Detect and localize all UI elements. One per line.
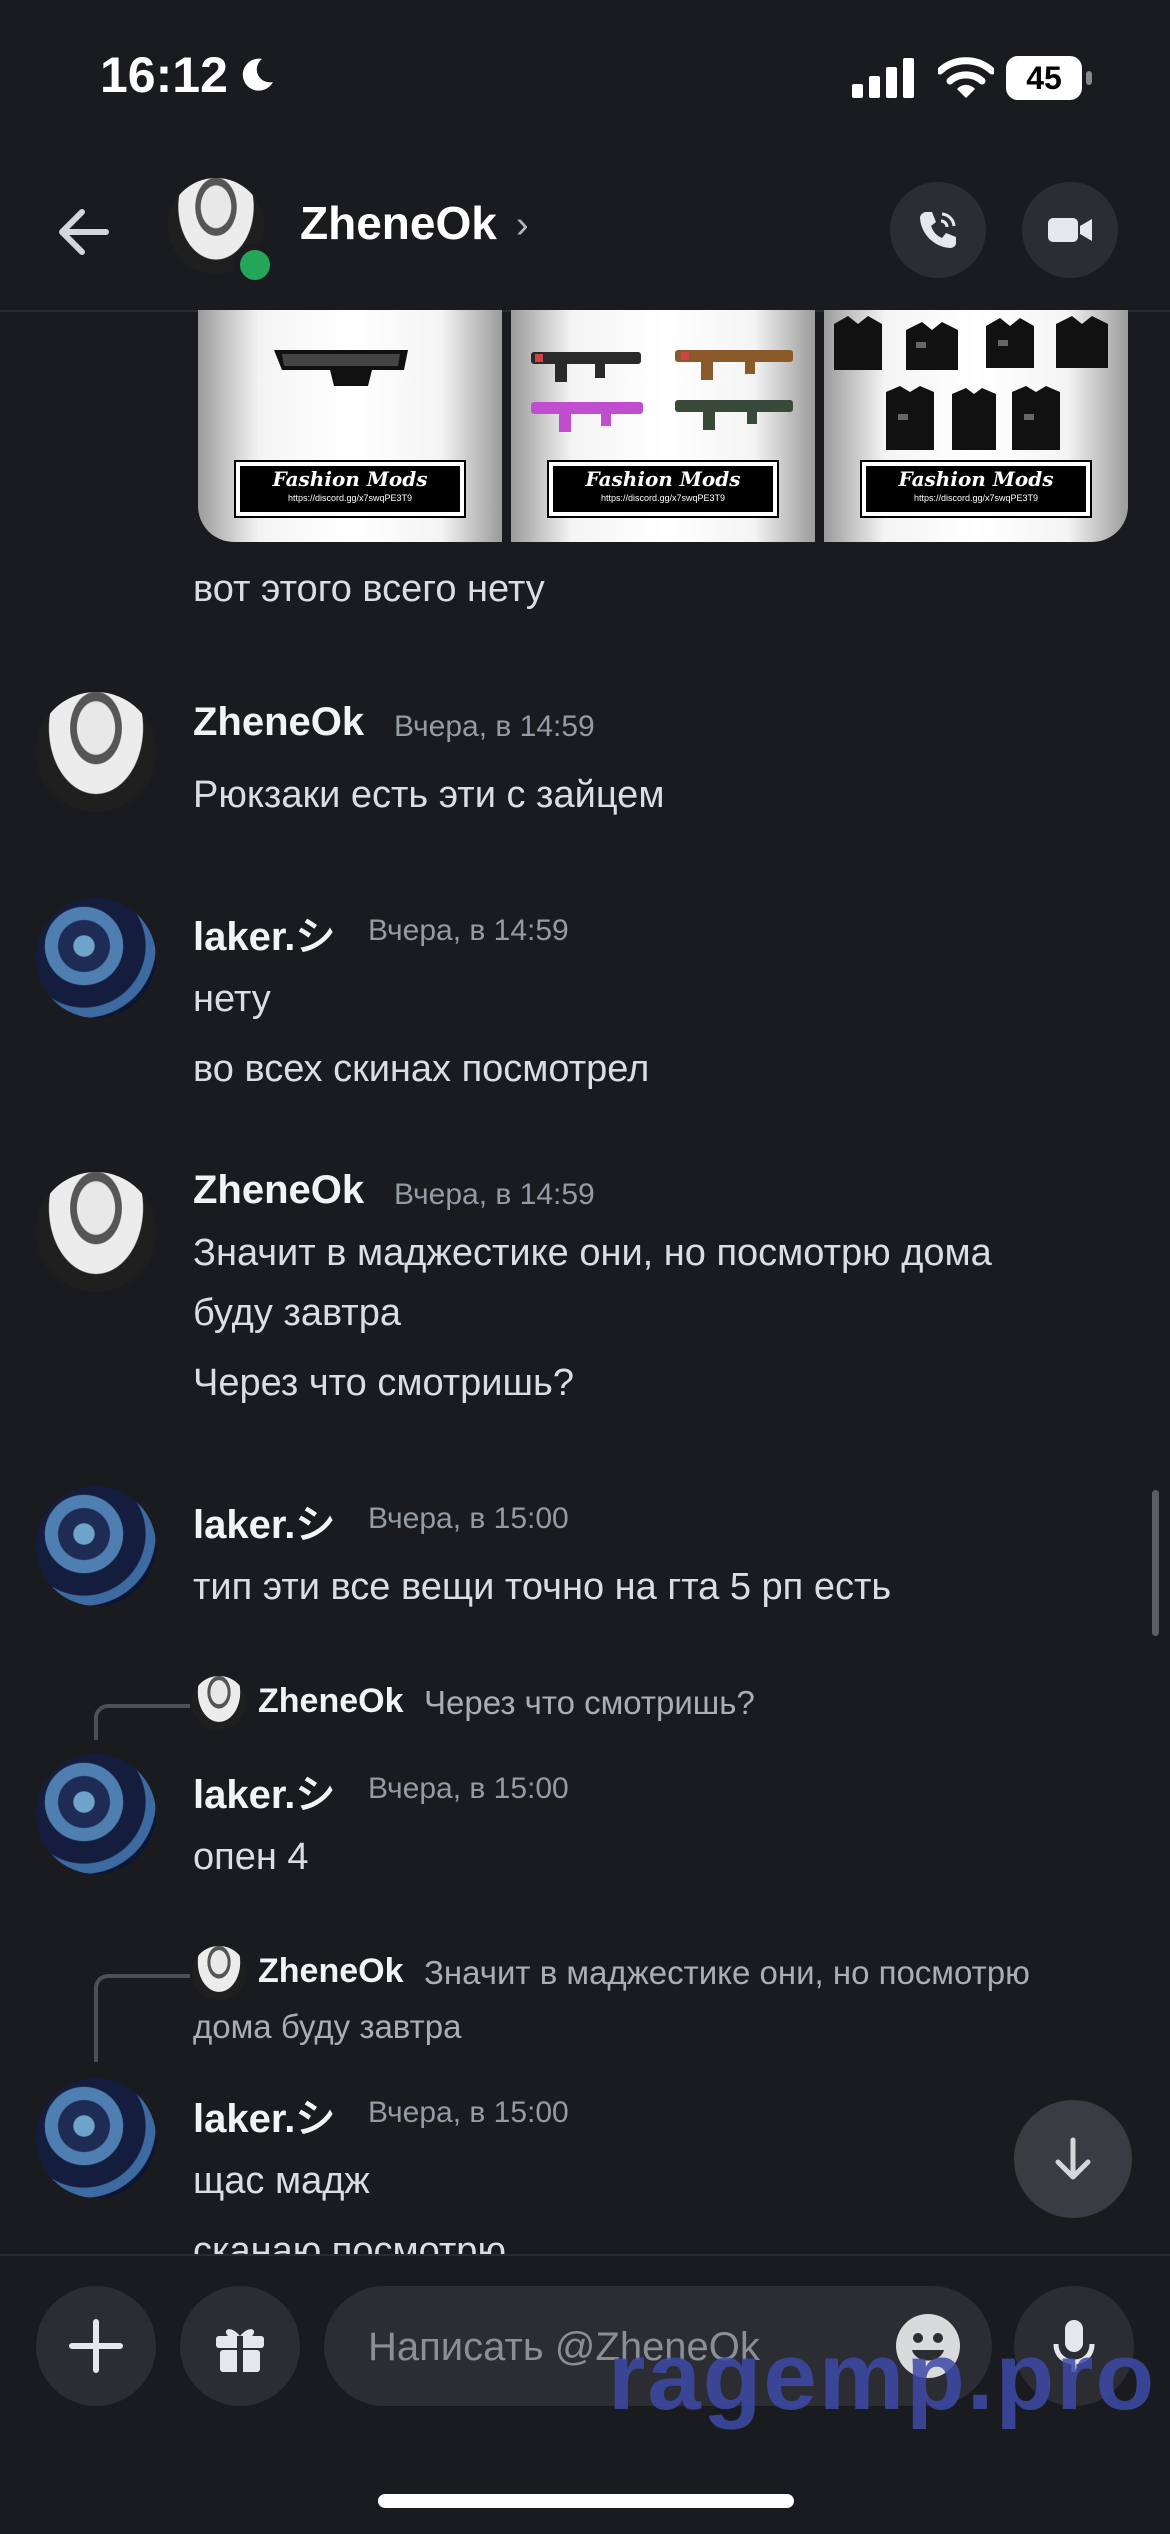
gift-icon [216, 2329, 264, 2372]
arrow-down-icon [1055, 2137, 1091, 2180]
message-author[interactable]: ZheneOk [193, 1168, 364, 1213]
reply-author: ZheneOk [258, 1952, 404, 1990]
logo-title: Fashion Mods [272, 467, 428, 491]
gift-button[interactable] [180, 2286, 300, 2406]
message-author[interactable]: laker.シ [193, 2086, 335, 2144]
avatar[interactable] [36, 1172, 156, 1292]
message-text: опен 4 [193, 1836, 309, 1878]
reply-reference[interactable]: ZheneOk Через что смотришь? [94, 1676, 1094, 1740]
logo-link: https://discord.gg/x7swqPE3T9 [287, 493, 413, 503]
message-text: вот этого всего нету [193, 568, 545, 610]
online-status-dot [234, 244, 276, 286]
add-attachment-button[interactable] [36, 2286, 156, 2406]
home-indicator[interactable] [378, 2494, 794, 2508]
reply-text: Значит в маджестике они, но посмотрю [424, 1954, 1030, 1991]
jump-to-latest-button[interactable] [1014, 2100, 1132, 2218]
video-call-button[interactable] [1022, 182, 1118, 278]
message-timestamp: Вчера, в 15:00 [368, 1772, 569, 1805]
wifi-icon [938, 57, 994, 98]
video-camera-icon [1048, 218, 1092, 242]
message-text: во всех скинах посмотрел [193, 1048, 650, 1090]
watermark: ragemp.pro [608, 2323, 1157, 2430]
reply-text-continued: дома буду завтра [193, 2008, 462, 2045]
avatar[interactable] [36, 1486, 156, 1606]
message-author[interactable]: laker.シ [193, 904, 335, 962]
message-text: Значит в маджестике они, но посмотрю дом… [193, 1232, 992, 1274]
reply-text: Через что смотришь? [424, 1684, 755, 1721]
voice-call-button[interactable] [890, 182, 986, 278]
message-text: Рюкзаки есть эти с зайцем [193, 774, 665, 816]
logo-title: Fashion Mods [898, 467, 1054, 491]
arrow-left-icon[interactable] [52, 200, 116, 264]
message-timestamp: Вчера, в 14:59 [394, 710, 595, 743]
vests-illustration [834, 316, 1108, 450]
battery-tip [1086, 71, 1092, 85]
logo-title: Fashion Mods [585, 467, 741, 491]
reply-avatar [192, 1676, 246, 1730]
logo-link: https://discord.gg/x7swqPE3T9 [913, 493, 1039, 503]
message-text: Через что смотришь? [193, 1362, 574, 1404]
logo-link: https://discord.gg/x7swqPE3T9 [600, 493, 726, 503]
message-author[interactable]: laker.シ [193, 1762, 335, 1820]
message-timestamp: Вчера, в 15:00 [368, 2096, 569, 2129]
reply-connector [94, 1974, 190, 2062]
status-bar: 16:12 45 [0, 0, 1170, 150]
message-text: щас мадж [193, 2160, 370, 2202]
phone-icon [920, 212, 956, 248]
chevron-right-icon[interactable]: › [516, 204, 529, 247]
avatar[interactable] [36, 2078, 156, 2198]
avatar[interactable] [36, 898, 156, 1018]
fashion-mods-logo: Fashion Mods https://discord.gg/x7swqPE3… [234, 460, 466, 518]
reply-author: ZheneOk [258, 1682, 404, 1720]
moon-icon [242, 58, 273, 91]
contact-name[interactable]: ZheneOk [300, 196, 497, 250]
reply-avatar [192, 1946, 246, 2000]
reply-reference[interactable]: ZheneOk Значит в маджестике они, но посм… [94, 1946, 1094, 2062]
image-attachments: Fashion Mods https://discord.gg/x7swqPE3… [198, 310, 1128, 542]
glasses-illustration [274, 350, 408, 386]
chat-header: ZheneOk › [0, 160, 1170, 312]
battery-level: 45 [1006, 56, 1082, 100]
fashion-mods-logo: Fashion Mods https://discord.gg/x7swqPE3… [547, 460, 779, 518]
message-text: нету [193, 978, 271, 1020]
attachment-image-weapons[interactable]: Fashion Mods https://discord.gg/x7swqPE3… [511, 310, 815, 542]
weapons-illustration [531, 350, 793, 432]
avatar[interactable] [36, 692, 156, 812]
message-timestamp: Вчера, в 14:59 [394, 1178, 595, 1211]
fashion-mods-logo: Fashion Mods https://discord.gg/x7swqPE3… [860, 460, 1092, 518]
reply-connector [94, 1704, 190, 1740]
message-text: буду завтра [193, 1292, 401, 1334]
message-author[interactable]: laker.シ [193, 1492, 335, 1550]
message-author[interactable]: ZheneOk [193, 700, 364, 745]
clock: 16:12 [100, 47, 228, 103]
plus-icon [69, 2319, 123, 2373]
message-timestamp: Вчера, в 14:59 [368, 914, 569, 947]
cellular-signal-icon [852, 58, 914, 98]
scrollbar[interactable] [1152, 1490, 1159, 1636]
message-text: тип эти все вещи точно на гта 5 рп есть [193, 1566, 892, 1608]
message-timestamp: Вчера, в 15:00 [368, 1502, 569, 1535]
attachment-image-vests[interactable]: Fashion Mods https://discord.gg/x7swqPE3… [824, 310, 1128, 542]
battery-indicator: 45 [1006, 56, 1092, 100]
attachment-image-glasses[interactable]: Fashion Mods https://discord.gg/x7swqPE3… [198, 310, 502, 542]
avatar[interactable] [36, 1754, 156, 1874]
